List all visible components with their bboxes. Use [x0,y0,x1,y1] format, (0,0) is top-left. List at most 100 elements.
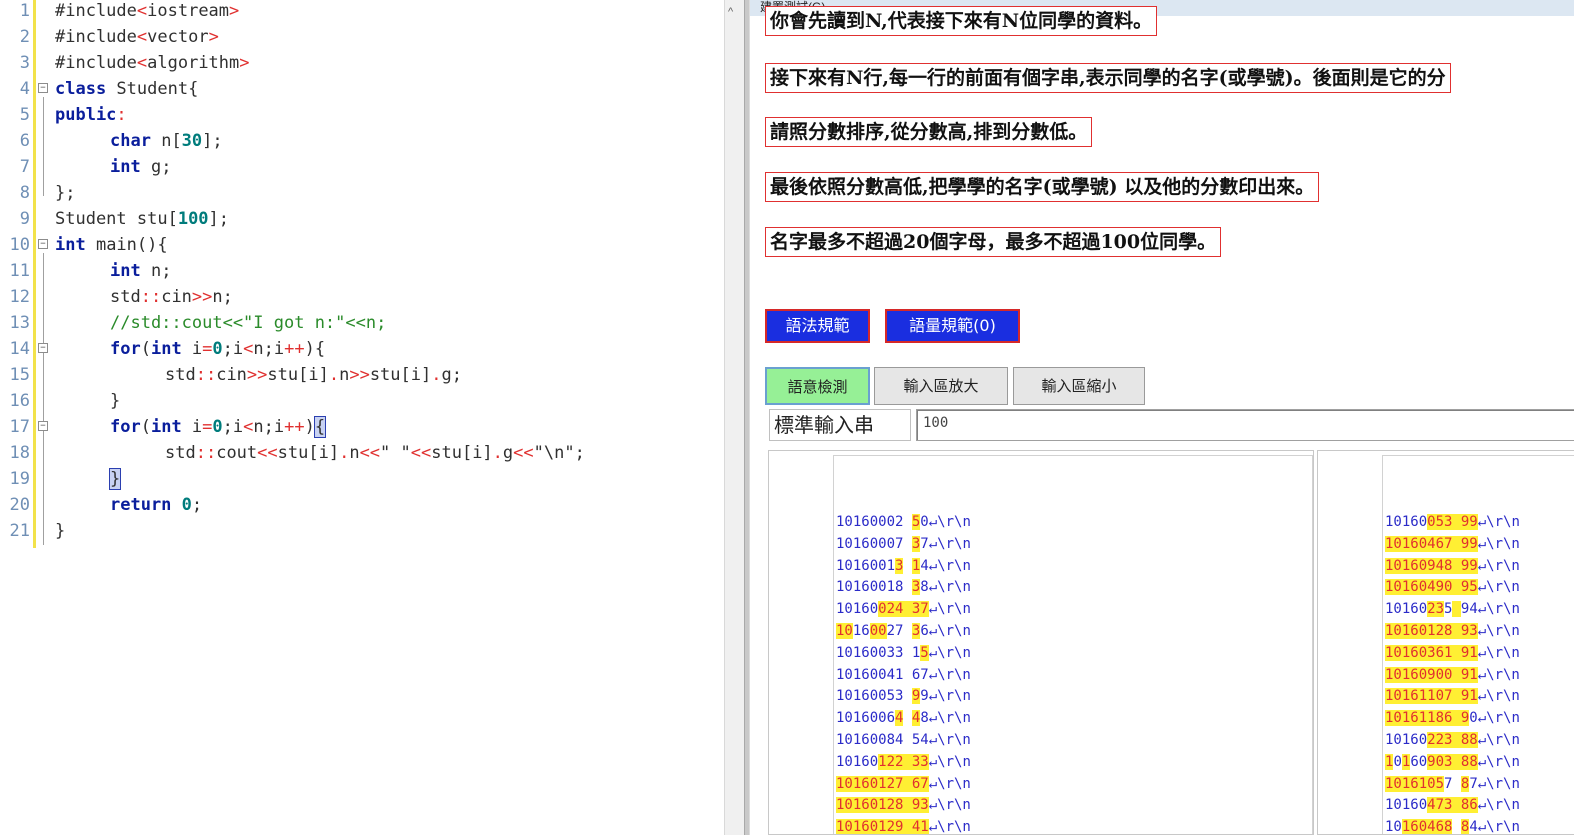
code-line[interactable]: 7 int g; [0,154,724,180]
code-text: for(int i=0;i<n;i++){ [110,416,327,438]
vocabulary-rules-button[interactable]: 語量規範(0) [885,309,1020,343]
syntax-rules-button[interactable]: 語法規範 [765,309,870,343]
statement-line-2: 接下來有N行,每一行的前面有個字串,表示同學的名字(或學號)。後面則是它的分 [765,63,1451,93]
output-data-box[interactable]: 10160053 99↵\r\n 10160467 99↵\r\n 10160948… [1317,450,1574,835]
fold-toggle-icon[interactable] [38,343,48,353]
code-text: int n; [110,261,172,281]
data-row: 10160018 38↵\r\n [836,579,971,596]
line-number: 4 [19,79,30,99]
stdin-input[interactable]: 100 [916,409,1574,441]
code-line[interactable]: 19} [0,466,724,492]
code-text: int g; [110,157,172,177]
data-row: 10160122 33↵\r\n [836,753,971,770]
line-number: 17 [9,417,30,437]
data-row: 10160948 99↵\r\n [1385,557,1520,574]
stdin-label: 標準輸入串 [769,409,911,441]
line-number: 6 [19,131,30,151]
code-text: Student stu[100]; [55,209,230,229]
line-number: 5 [19,105,30,125]
data-row: 10160024 37↵\r\n [836,601,971,618]
code-text: std::cin>>n; [110,287,233,307]
code-editor[interactable]: 1 #include<iostream> 2 #include<vector> 3 #in… [0,0,724,835]
code-line[interactable]: 8}; [0,180,724,206]
code-line[interactable]: 21} [0,518,724,544]
data-row: 10160468 84↵\r\n [1385,819,1520,835]
scroll-up-arrow-icon[interactable]: ^ [728,6,733,18]
code-text: for(int i=0;i<n;i++){ [110,339,326,359]
line-number: 14 [9,339,30,359]
problem-panel: 建置測試(G) 你會先讀到N,代表接下來有N位同學的資料。 接下來有N行,每一行… [750,0,1574,835]
code-line[interactable]: 18 std::cout<<stu[i].n<<" "<<stu[i].g<<"\… [0,440,724,466]
data-row: 10160235 94↵\r\n [1385,601,1520,618]
shrink-input-button[interactable]: 輸入區縮小 [1013,367,1145,405]
data-row: 10160002 50↵\r\n [836,514,971,530]
data-row: 10160467 99↵\r\n [1385,535,1520,552]
code-text: #include<algorithm> [55,53,250,73]
line-number: 1 [19,1,30,21]
code-line[interactable]: 4 class Student{ [0,76,724,102]
code-line[interactable]: 5 public: [0,102,724,128]
fold-toggle-icon[interactable] [38,421,48,431]
input-data-area[interactable]: 10160002 50↵\r\n 10160007 37↵\r\n 10160013… [833,455,1313,835]
line-number: 18 [9,443,30,463]
code-line[interactable]: 6 char n[30]; [0,128,724,154]
code-text: std::cin>>stu[i].n>>stu[i].g; [165,365,462,385]
data-row: 10160129 41↵\r\n [836,819,971,835]
data-row: 10161057 87↵\r\n [1385,775,1520,792]
code-line[interactable]: 10 int main(){ [0,232,724,258]
line-number: 11 [9,261,30,281]
input-data-box[interactable]: 10160002 50↵\r\n 10160007 37↵\r\n 10160013… [768,450,1314,835]
code-line[interactable]: 1 #include<iostream> [0,0,724,24]
code-line[interactable]: 14 for(int i=0;i<n;i++){ [0,336,724,362]
code-text: return 0; [110,495,203,515]
data-row: 10160027 36↵\r\n [836,623,971,639]
code-line[interactable]: 12 std::cin>>n; [0,284,724,310]
code-line[interactable]: 13 //std::cout<<"I got n:"<<n; [0,310,724,336]
code-text: int main(){ [55,235,168,255]
data-row: 10161107 91↵\r\n [1385,688,1520,705]
code-line[interactable]: 20 return 0; [0,492,724,518]
data-row: 10160013 14↵\r\n [836,557,971,574]
code-line[interactable]: 9 Student stu[100]; [0,206,724,232]
output-data-area[interactable]: 10160053 99↵\r\n 10160467 99↵\r\n 10160948… [1382,455,1574,835]
line-number: 15 [9,365,30,385]
line-number: 21 [9,521,30,541]
statement-line-1: 你會先讀到N,代表接下來有N位同學的資料。 [765,6,1158,36]
line-number: 9 [19,209,30,229]
data-row: 10160064 48↵\r\n [836,710,971,727]
code-line[interactable]: 11 int n; [0,258,724,284]
data-row: 10160041 67↵\r\n [836,666,971,683]
data-row: 10160084 54↵\r\n [836,732,971,748]
code-text: #include<vector> [55,27,219,47]
code-line[interactable]: 16} [0,388,724,414]
code-text: public: [55,105,127,125]
line-number: 12 [9,287,30,307]
code-line[interactable]: 3 #include<algorithm> [0,50,724,76]
code-line[interactable]: 15 std::cin>>stu[i].n>>stu[i].g; [0,362,724,388]
code-text: } [108,468,122,490]
data-row: 10160127 67↵\r\n [836,775,971,792]
code-line[interactable]: 2 #include<vector> [0,24,724,50]
data-row: 10160053 99↵\r\n [836,688,971,705]
data-row: 10160128 93↵\r\n [1385,623,1520,639]
editor-scrollbar[interactable]: ^ [724,0,744,835]
code-text: //std::cout<<"I got n:"<<n; [110,313,387,333]
line-number: 3 [19,53,30,73]
code-text: #include<iostream> [55,1,240,21]
data-row: 10160128 93↵\r\n [836,797,971,814]
code-line[interactable]: 17 for(int i=0;i<n;i++){ [0,414,724,440]
data-row: 10160223 88↵\r\n [1385,732,1520,748]
line-number: 7 [19,157,30,177]
semantic-check-button[interactable]: 語意檢測 [765,367,870,405]
data-row: 10160033 15↵\r\n [836,644,971,661]
data-row: 10160473 86↵\r\n [1385,797,1520,814]
fold-toggle-icon[interactable] [38,239,48,249]
line-number: 13 [9,313,30,333]
data-row: 10160053 99↵\r\n [1385,514,1520,530]
code-text: }; [55,183,76,203]
line-number: 10 [9,235,30,255]
line-number: 8 [19,183,30,203]
enlarge-input-button[interactable]: 輸入區放大 [874,367,1008,405]
fold-toggle-icon[interactable] [38,83,48,93]
code-text: std::cout<<stu[i].n<<" "<<stu[i].g<<"\n"… [165,443,585,463]
